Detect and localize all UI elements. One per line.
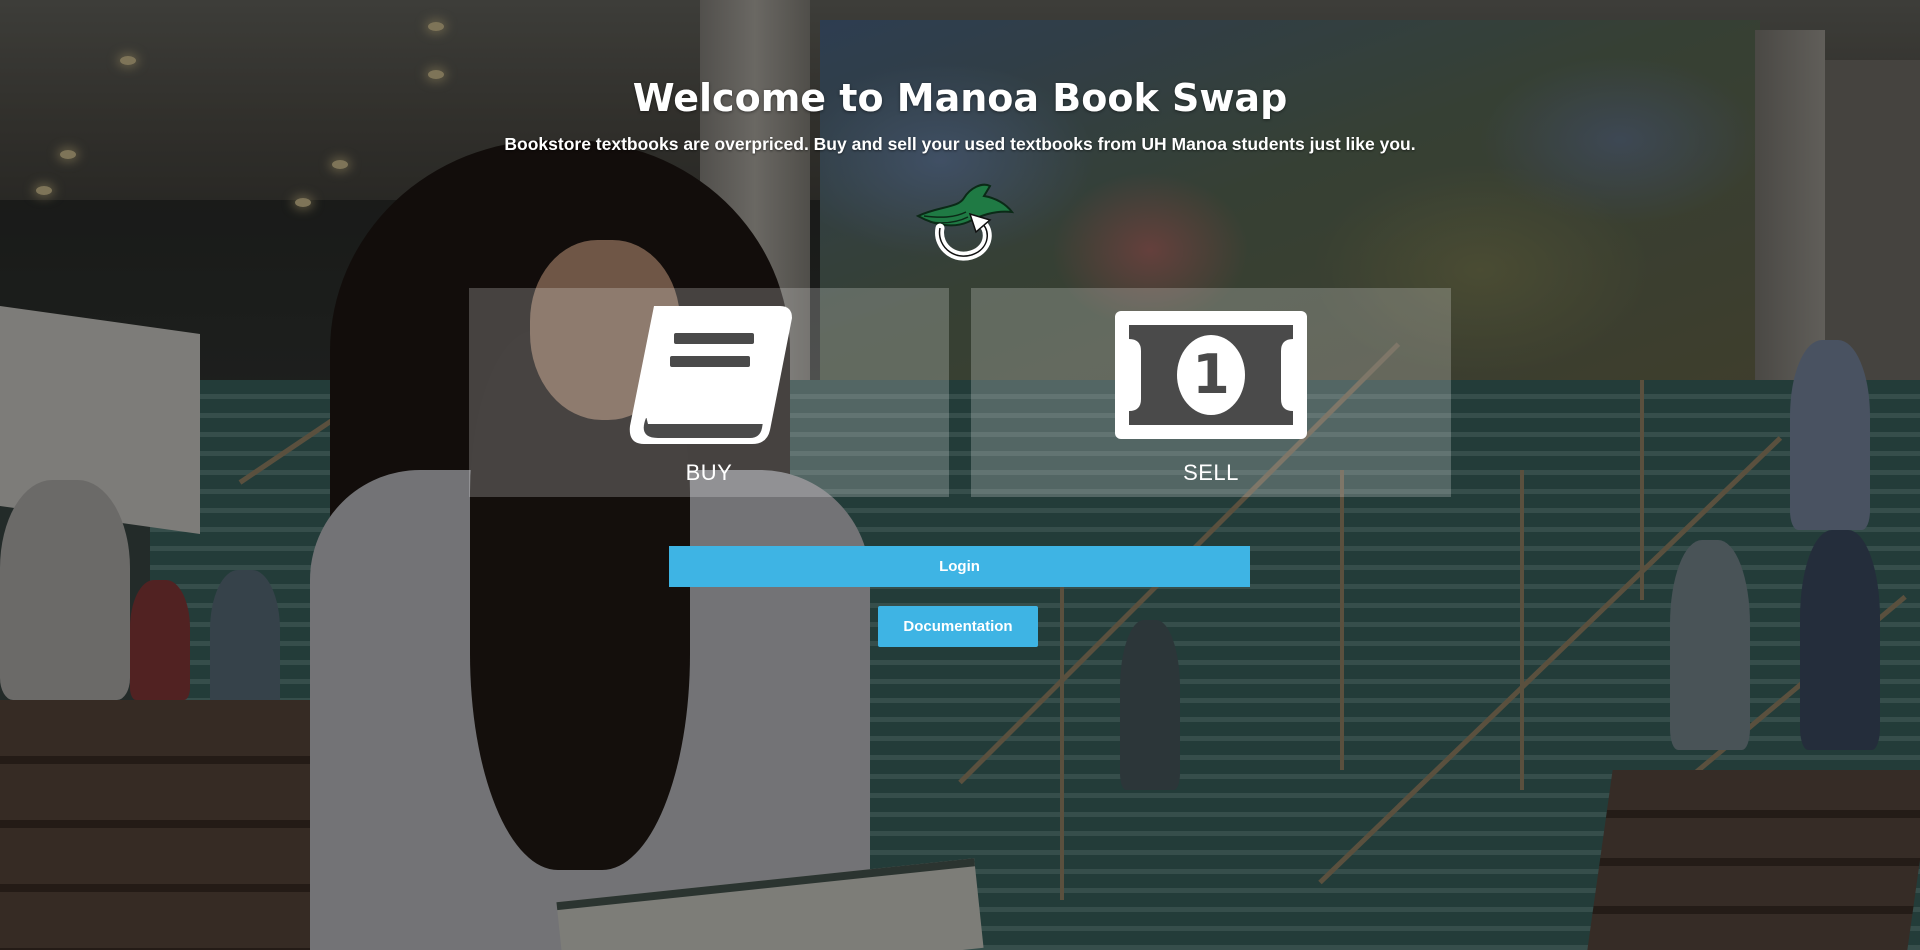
dollar-bill-icon: 1 xyxy=(1115,311,1307,439)
book-swap-logo-icon xyxy=(915,183,1015,261)
page-subtitle: Bookstore textbooks are overpriced. Buy … xyxy=(504,134,1416,154)
documentation-button[interactable]: Documentation xyxy=(878,606,1038,647)
book-icon xyxy=(629,306,792,444)
sell-tile[interactable]: 1 SELL xyxy=(971,288,1451,497)
landing-page: Welcome to Manoa Book Swap Bookstore tex… xyxy=(0,0,1920,950)
buy-label: BUY xyxy=(685,460,733,485)
login-button[interactable]: Login xyxy=(669,546,1250,587)
sell-label: SELL xyxy=(1183,460,1239,485)
buy-tile[interactable]: BUY xyxy=(469,288,949,497)
page-title: Welcome to Manoa Book Swap xyxy=(632,76,1288,120)
svg-text:1: 1 xyxy=(1192,343,1230,406)
